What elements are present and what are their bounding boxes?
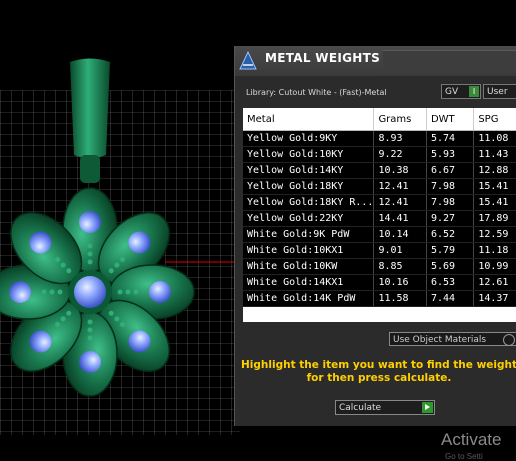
table-cell: 7.98 [426,178,475,195]
activate-watermark: Activate [441,430,502,449]
table-cell: White Gold:14KX1 [243,274,375,291]
table-cell: 15.41 [473,178,516,195]
user-label: User [487,87,508,97]
panel-title-bar[interactable]: METAL WEIGHTS [235,46,516,76]
metal-weights-panel: METAL WEIGHTS Library: Cutout White - (F… [234,46,516,426]
table-cell: 12.61 [473,274,516,291]
metal-table[interactable]: Metal Grams DWT SPG Yellow Gold:9KY 8.93 5… [243,108,516,322]
library-row: Library: Cutout White - (Fast)-Metal GV … [235,82,516,104]
table-cell: 5.69 [426,258,475,275]
table-row[interactable]: Yellow Gold:22KY 14.41 9.27 17.89 [243,210,516,227]
table-cell: 11.58 [373,290,427,307]
table-row[interactable]: Yellow Gold:10KY 9.22 5.93 11.43 [243,146,516,163]
radio-icon[interactable] [503,334,515,346]
gem-icon [79,211,101,233]
title-bar-extension [383,50,516,73]
table-cell: 10.99 [473,258,516,275]
gem-icon [149,281,171,303]
calculate-label: Calculate [339,403,382,413]
table-cell: Yellow Gold:9KY [243,130,375,147]
column-header-grams[interactable]: Grams [373,108,427,131]
table-cell: 6.67 [426,162,475,179]
instruction-text: Highlight the item you want to find the … [241,359,516,384]
table-row[interactable]: White Gold:14KX1 10.16 6.53 12.61 [243,274,516,291]
table-cell: 5.93 [426,146,475,163]
table-cell: 9.01 [373,242,427,259]
table-row[interactable]: Yellow Gold:18KY 12.41 7.98 15.41 [243,178,516,195]
table-cell: 5.74 [426,130,475,147]
table-cell: Yellow Gold:10KY [243,146,375,163]
table-cell: 17.89 [473,210,516,227]
app-logo-icon [239,50,257,70]
table-cell: Yellow Gold:14KY [243,162,375,179]
table-row[interactable]: Yellow Gold:9KY 8.93 5.74 11.08 [243,130,516,147]
table-cell: 6.53 [426,274,475,291]
calculate-button[interactable]: Calculate [335,400,435,415]
panel-title: METAL WEIGHTS [265,51,381,65]
gv-dropdown[interactable]: GV I [441,84,481,99]
table-cell: 10.14 [373,226,427,243]
table-cell: 5.79 [426,242,475,259]
use-object-materials-label: Use Object Materials [393,335,487,345]
table-cell: 8.85 [373,258,427,275]
table-cell: 9.27 [426,210,475,227]
column-header-spg[interactable]: SPG [473,108,516,131]
table-cell: Yellow Gold:18KY [243,178,375,195]
table-cell: 12.41 [373,194,427,211]
table-cell: White Gold:10KW [243,258,375,275]
table-cell: 11.43 [473,146,516,163]
table-cell: Yellow Gold:22KY [243,210,375,227]
table-row[interactable]: Yellow Gold:18KY R... 12.41 7.98 15.41 [243,194,516,211]
table-cell: 8.93 [373,130,427,147]
table-cell: White Gold:10KX1 [243,242,375,259]
table-cell: 11.18 [473,242,516,259]
table-cell: 10.38 [373,162,427,179]
play-icon[interactable] [422,402,433,413]
table-cell: 11.08 [473,130,516,147]
library-label: Library: Cutout White - (Fast)-Metal [246,88,387,97]
table-row[interactable]: White Gold:10KX1 9.01 5.79 11.18 [243,242,516,259]
gv-button-icon[interactable]: I [469,86,479,97]
table-row[interactable]: Yellow Gold:14KY 10.38 6.67 12.88 [243,162,516,179]
table-cell: White Gold:9K PdW [243,226,375,243]
activate-watermark-subtitle: Go to Setti [445,452,483,461]
table-cell: 7.44 [426,290,475,307]
column-header-metal[interactable]: Metal [243,108,375,131]
table-cell: 12.88 [473,162,516,179]
table-cell: 15.41 [473,194,516,211]
column-header-dwt[interactable]: DWT [426,108,475,131]
gv-label: GV [445,87,459,97]
table-cell: 12.59 [473,226,516,243]
user-dropdown[interactable]: User [483,84,516,99]
table-cell: Yellow Gold:18KY R... [243,194,375,211]
table-cell: 9.22 [373,146,427,163]
table-cell: White Gold:14K PdW [243,290,375,307]
table-cell: 6.52 [426,226,475,243]
table-cell: 12.41 [373,178,427,195]
table-cell: 14.37 [473,290,516,307]
use-object-materials-dropdown[interactable]: Use Object Materials [389,332,516,346]
table-cell: 10.16 [373,274,427,291]
table-row[interactable]: White Gold:14K PdW 11.58 7.44 14.37 [243,290,516,307]
gem-icon [79,351,101,373]
table-row[interactable]: White Gold:9K PdW 10.14 6.52 12.59 [243,226,516,243]
table-row[interactable]: White Gold:10KW 8.85 5.69 10.99 [243,258,516,275]
table-cell: 14.41 [373,210,427,227]
gem-icon [9,281,31,303]
table-cell: 7.98 [426,194,475,211]
